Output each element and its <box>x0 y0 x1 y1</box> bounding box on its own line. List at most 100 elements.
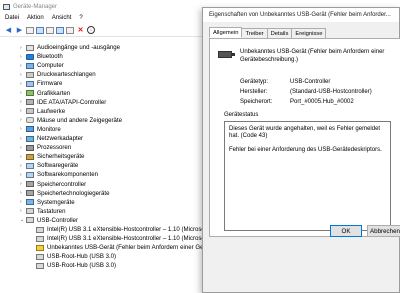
usb-icon <box>36 253 44 260</box>
scan-hardware-icon[interactable] <box>56 26 64 34</box>
usb-icon <box>26 217 34 224</box>
window-title: Geräte-Manager <box>13 3 58 10</box>
tree-item-label: Systemgeräte <box>37 198 75 206</box>
properties-dialog: Eigenschaften von Unbekanntes USB-Gerät … <box>202 7 400 293</box>
disk-drive-icon <box>26 108 34 115</box>
dialog-title: Eigenschaften von Unbekanntes USB-Gerät … <box>203 8 399 22</box>
tree-category[interactable]: ⌄ USB-Controller <box>20 216 78 225</box>
monitor-icon <box>26 126 34 133</box>
tree-device[interactable]: USB-Root-Hub (USB 3.0) <box>36 252 116 261</box>
help-icon[interactable] <box>46 26 54 34</box>
tree-item-label: Druckwarteschlangen <box>37 71 96 79</box>
location-label: Speicherort: <box>240 99 273 105</box>
computer-icon <box>26 62 34 69</box>
tree-item-label: Prozessoren <box>37 144 72 152</box>
tree-category[interactable]: › Systemgeräte <box>20 198 75 207</box>
device-type-value: USB-Controller <box>290 79 331 85</box>
tree-category[interactable]: › Softwaregeräte <box>20 161 78 170</box>
cancel-button[interactable]: Abbrechen <box>367 225 400 237</box>
security-icon <box>26 153 34 160</box>
tree-item-label: Sicherheitsgeräte <box>37 153 85 161</box>
tree-item-label: Laufwerke <box>37 107 66 115</box>
storage-controller-icon <box>26 181 34 187</box>
forward-arrow-icon[interactable]: ▶ <box>15 26 24 35</box>
mouse-icon <box>26 117 34 124</box>
menu-view[interactable]: Ansicht <box>52 15 72 21</box>
tree-item-label: Softwarekomponenten <box>37 171 98 179</box>
tree-item-label: USB-Root-Hub (USB 3.0) <box>47 253 117 261</box>
firmware-icon <box>26 80 34 87</box>
menu-help[interactable]: ? <box>79 15 82 21</box>
tree-category[interactable]: › Sicherheitsgeräte <box>20 152 84 161</box>
tree-item-label: USB-Root-Hub (USB 3.0) <box>47 262 117 270</box>
usb-device-icon <box>218 51 235 58</box>
tree-category[interactable]: › Mäuse und andere Zeigegeräte <box>20 116 122 125</box>
tree-category[interactable]: › Netzwerkadapter <box>20 134 83 143</box>
bluetooth-icon <box>26 53 34 60</box>
software-device-icon <box>26 162 34 169</box>
speaker-icon <box>26 44 34 51</box>
tree-item-label: Bluetooth <box>37 53 63 61</box>
manufacturer-label: Hersteller: <box>240 89 268 95</box>
download-icon[interactable]: ↓ <box>87 26 95 34</box>
tab-general[interactable]: Allgemein <box>209 27 243 38</box>
device-name: Unbekanntes USB-Gerät (Fehler beim Anfor… <box>240 49 385 63</box>
tree-category[interactable]: › Softwarekomponenten <box>20 170 98 179</box>
device-status-label: Gerätestatus <box>224 112 261 118</box>
storage-tech-icon <box>26 190 34 197</box>
tree-item-label: Netzwerkadapter <box>37 135 84 142</box>
tree-item-label: USB-Controller <box>37 216 78 224</box>
status-line: Fehler bei einer Anforderung des USB-Ger… <box>229 147 382 153</box>
tree-category[interactable]: › Speichertechnologiegeräte <box>20 189 110 198</box>
tree-category[interactable]: › Audioeingänge und -ausgänge <box>20 43 120 52</box>
device-type-label: Gerätetyp: <box>240 79 269 85</box>
tree-category[interactable]: › IDE ATA/ATAPI-Controller <box>20 98 106 107</box>
back-arrow-icon[interactable]: ◀ <box>4 26 13 35</box>
enable-device-icon[interactable] <box>66 26 74 34</box>
uninstall-x-icon[interactable]: ✕ <box>76 26 85 35</box>
tree-category[interactable]: › Grafikkarten <box>20 89 70 98</box>
menu-action[interactable]: Aktion <box>27 15 44 21</box>
tree-category[interactable]: › Monitore <box>20 125 61 134</box>
tree-category[interactable]: › Prozessoren <box>20 143 71 152</box>
tree-item-label: Mäuse und andere Zeigegeräte <box>37 116 123 124</box>
tree-category[interactable]: › Tastaturen <box>20 207 65 216</box>
printer-icon <box>26 71 34 78</box>
status-line: Dieses Gerät wurde angehalten, weil es F… <box>229 126 381 139</box>
tree-category[interactable]: › Bluetooth <box>20 52 63 61</box>
tree-category[interactable]: › Computer <box>20 61 64 70</box>
update-driver-icon[interactable] <box>36 26 44 34</box>
tree-item-label: Speichercontroller <box>37 180 87 188</box>
tab-details[interactable]: Details <box>266 28 293 38</box>
tree-category[interactable]: › Laufwerke <box>20 107 65 116</box>
processor-icon <box>26 144 34 151</box>
ok-button[interactable]: OK <box>330 225 362 237</box>
tab-events[interactable]: Ereignisse <box>291 28 327 38</box>
usb-icon <box>36 226 44 233</box>
tab-strip: Allgemein Treiber Details Ereignisse <box>209 27 327 38</box>
manufacturer-value: (Standard-USB-Hostcontroller) <box>290 89 372 95</box>
device-tree: › Audioeingänge und -ausgänge › Bluetooth › C… <box>0 39 254 293</box>
tree-item-label: Intel(R) USB 3.1 eXtensible-Hostcontroll… <box>47 235 211 243</box>
tree-category[interactable]: › Druckwarteschlangen <box>20 70 96 79</box>
usb-icon <box>36 262 44 269</box>
general-tab-panel: Unbekanntes USB-Gerät (Fehler beim Anfor… <box>209 38 400 237</box>
tree-item-label: Computer <box>37 62 64 70</box>
tree-device[interactable]: USB-Root-Hub (USB 3.0) <box>36 261 116 270</box>
tree-category[interactable]: › Speichercontroller <box>20 180 86 189</box>
tree-item-label: Monitore <box>37 125 61 133</box>
tree-category[interactable]: › Firmware <box>20 79 62 88</box>
menu-file[interactable]: Datei <box>5 15 19 21</box>
properties-icon[interactable] <box>26 26 34 34</box>
device-status-textbox[interactable]: Dieses Gerät wurde angehalten, weil es F… <box>224 121 391 231</box>
software-component-icon <box>26 171 34 178</box>
device-manager-icon <box>3 3 10 10</box>
tree-item-label: Firmware <box>37 80 63 88</box>
warning-icon <box>36 244 44 251</box>
tree-item-label: Grafikkarten <box>37 89 71 97</box>
tree-item-label: Softwaregeräte <box>37 162 79 170</box>
tree-item-label: Speichertechnologiegeräte <box>37 189 110 197</box>
tree-device[interactable]: Intel(R) USB 3.1 eXtensible-Hostcontroll… <box>36 234 210 243</box>
tree-device[interactable]: Intel(R) USB 3.1 eXtensible-Hostcontroll… <box>36 225 210 234</box>
tab-driver[interactable]: Treiber <box>241 28 268 38</box>
